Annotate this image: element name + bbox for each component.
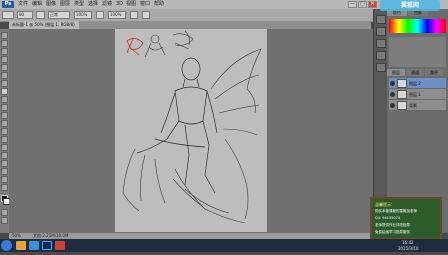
tab-paths[interactable]: 路径 [425, 69, 443, 76]
document-tab[interactable]: 未标题-1 @ 50% (图层 1, RGB/8) [9, 21, 79, 29]
browser-icon[interactable] [29, 241, 39, 250]
document-canvas[interactable] [115, 29, 267, 232]
path-select-tool-icon[interactable] [1, 160, 8, 167]
screen-mode-icon[interactable] [1, 217, 8, 224]
eyedropper-tool-icon[interactable] [1, 72, 8, 79]
document-tab-bar: 未标题-1 @ 50% (图层 1, RGB/8) [9, 21, 371, 29]
explorer-icon[interactable] [16, 241, 26, 250]
menu-layer[interactable]: 图层 [60, 0, 70, 9]
menu-3d[interactable]: 3D [116, 0, 123, 9]
info-line: 购买本套课程的童鞋加老师 [375, 209, 417, 213]
healing-brush-tool-icon[interactable] [1, 80, 8, 87]
pen-tool-icon[interactable] [1, 144, 8, 151]
blur-tool-icon[interactable] [1, 128, 8, 135]
layer-row[interactable]: 图层 2 [389, 78, 446, 89]
brush-size-picker[interactable]: 80 [17, 11, 33, 19]
quick-mask-icon[interactable] [1, 209, 8, 216]
layer-thumbnail [397, 101, 407, 110]
tab-layers[interactable]: 图层 [387, 69, 405, 76]
photoshop-task-icon[interactable] [42, 241, 52, 250]
layer-row[interactable]: 图层 1 [389, 89, 446, 100]
visibility-eye-icon[interactable] [390, 81, 395, 86]
media-player-icon[interactable] [55, 241, 65, 250]
move-tool-icon[interactable] [1, 32, 8, 39]
airbrush-icon[interactable] [130, 11, 138, 19]
shape-tool-icon[interactable] [1, 168, 8, 175]
brush-panel-icon-strip[interactable] [376, 39, 386, 48]
layer-thumbnail [397, 79, 407, 88]
character-panel-icon[interactable] [376, 63, 386, 72]
pressure-size-icon[interactable] [142, 11, 150, 19]
info-line: 免费绘画学习指导服务 [375, 230, 410, 234]
menu-filter[interactable]: 滤镜 [102, 0, 112, 9]
layer-name: 背景 [409, 103, 417, 108]
minimize-button[interactable]: — [348, 1, 357, 8]
color-spectrum[interactable] [389, 19, 446, 33]
clock-date[interactable]: 2015/3/10 [398, 242, 419, 255]
info-line: Q4: 94155074 [375, 216, 401, 220]
layer-name: 图层 2 [409, 81, 421, 86]
gradient-tool-icon[interactable] [1, 120, 8, 127]
maximize-button[interactable]: □ [358, 1, 367, 8]
dodge-tool-icon[interactable] [1, 136, 8, 143]
quick-select-tool-icon[interactable] [1, 56, 8, 63]
close-button[interactable]: ✕ [368, 1, 377, 8]
zoom-tool-icon[interactable] [1, 184, 8, 191]
visibility-eye-icon[interactable] [390, 103, 395, 108]
site-watermark: 翼狐网 [380, 0, 440, 11]
photoshop-logo-icon: Ps [2, 1, 14, 8]
flow-field[interactable]: 100% [108, 11, 126, 19]
layer-name: 图层 1 [409, 92, 421, 97]
opacity-field[interactable]: 100% [74, 11, 92, 19]
history-panel-icon[interactable] [376, 15, 386, 24]
menu-window[interactable]: 窗口 [140, 0, 150, 9]
marquee-tool-icon[interactable] [1, 40, 8, 47]
blend-mode-select[interactable]: 正常 [48, 11, 70, 19]
visibility-eye-icon[interactable] [390, 92, 395, 97]
menu-type[interactable]: 类型 [74, 0, 84, 9]
brush-tool-icon[interactable] [1, 88, 8, 95]
info-title: 温馨提示: [375, 202, 393, 207]
menu-image[interactable]: 图像 [46, 0, 56, 9]
info-line: 老师提供作业评改指导 [375, 223, 410, 227]
menu-help[interactable]: 帮助 [154, 0, 164, 9]
brush-panel-icon[interactable] [36, 11, 45, 19]
hand-tool-icon[interactable] [1, 176, 8, 183]
clone-stamp-tool-icon[interactable] [1, 96, 8, 103]
info-board: 温馨提示: 购买本套课程的童鞋加老师 Q4: 94155074 老师提供作业评改… [370, 197, 442, 240]
layer-thumbnail [397, 90, 407, 99]
pressure-opacity-icon[interactable] [96, 11, 104, 19]
layer-row[interactable]: 背景 [389, 100, 446, 111]
brush-tool-preset-icon[interactable] [2, 11, 14, 19]
eraser-tool-icon[interactable] [1, 112, 8, 119]
crop-tool-icon[interactable] [1, 64, 8, 71]
tab-channels[interactable]: 通道 [406, 69, 424, 76]
menu-file[interactable]: 文件 [18, 0, 28, 9]
type-tool-icon[interactable] [1, 152, 8, 159]
history-brush-tool-icon[interactable] [1, 104, 8, 111]
adjustments-panel [389, 37, 446, 67]
sketch-artwork [122, 30, 262, 224]
properties-panel-icon[interactable] [376, 27, 386, 36]
canvas-area[interactable] [9, 29, 373, 233]
start-button[interactable] [1, 240, 12, 251]
menu-edit[interactable]: 编辑 [32, 0, 42, 9]
taskbar: 16:42 2015/3/10 [0, 239, 448, 252]
clone-source-panel-icon[interactable] [376, 51, 386, 60]
menu-select[interactable]: 选择 [88, 0, 98, 9]
lasso-tool-icon[interactable] [1, 48, 8, 55]
menu-view[interactable]: 视图 [126, 0, 136, 9]
